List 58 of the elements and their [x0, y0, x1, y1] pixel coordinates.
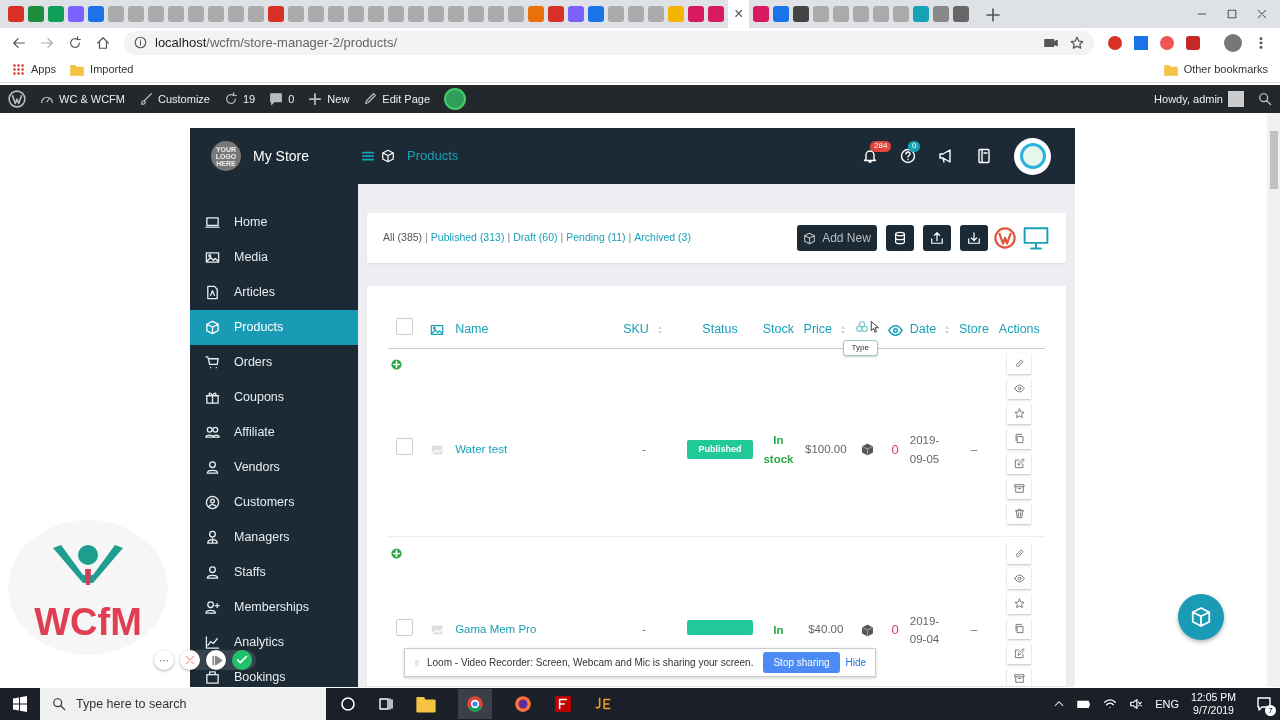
- more-button[interactable]: ···: [154, 650, 174, 670]
- action-center-button[interactable]: 7: [1256, 696, 1272, 712]
- notification-badge: 0: [908, 141, 921, 152]
- sidebar-item[interactable]: Media: [190, 240, 358, 275]
- url-text: localhost/wcfm/store-manager-2/products/: [155, 33, 398, 52]
- share-message: Loom - Video Recorder: Screen, Webcam and Mic is sharing your screen.: [427, 656, 754, 670]
- stock-text: In stock: [763, 433, 794, 467]
- sidebar-item[interactable]: Memberships: [190, 590, 358, 625]
- admin-bar-item[interactable]: New: [308, 90, 350, 108]
- brand-logo: WCfM: [8, 520, 168, 655]
- sidebar-item[interactable]: Articles: [190, 275, 358, 310]
- notification-count: 7: [1265, 705, 1276, 716]
- date-text: 2019-09-05: [909, 433, 941, 467]
- address-bar[interactable]: localhost/wcfm/store-manager-2/products/: [124, 30, 1094, 55]
- sidebar-item[interactable]: Orders: [190, 345, 358, 380]
- sidebar-item[interactable]: Vendors: [190, 450, 358, 485]
- admin-bar-item[interactable]: Customize: [139, 90, 210, 108]
- taskbar-search-field[interactable]: Type here to search: [40, 688, 326, 720]
- separator-text: |: [425, 231, 428, 244]
- status-badge: Published: [687, 439, 754, 460]
- sidebar-item[interactable]: Staffs: [190, 555, 358, 590]
- hide-link[interactable]: Hide: [845, 655, 867, 670]
- separator-text: |: [507, 231, 511, 244]
- admin-bar-item[interactable]: 0: [269, 90, 295, 108]
- admin-bar-item[interactable]: 19: [223, 90, 256, 108]
- admin-bar-account[interactable]: Howdy, admin: [1154, 90, 1244, 108]
- sku-text: -: [642, 623, 646, 636]
- sidebar-item[interactable]: Affiliate: [190, 415, 358, 450]
- bookmark[interactable]: Imported: [70, 61, 134, 78]
- tooltip: Type: [842, 339, 878, 356]
- sidebar-item[interactable]: Coupons: [190, 380, 358, 415]
- filter-link[interactable]: All (385): [383, 231, 423, 244]
- store-name: My Store: [253, 146, 309, 166]
- store-text: –: [970, 442, 978, 455]
- clock[interactable]: 12:05 PM 9/7/2019: [1191, 690, 1236, 718]
- separator-text: |: [560, 231, 564, 244]
- views-count: 0: [891, 622, 899, 638]
- sku-text: -: [642, 442, 646, 455]
- date-text: 2019-09-04: [909, 613, 941, 647]
- sidebar-item[interactable]: Managers: [190, 520, 358, 555]
- price-text: $100.00: [805, 442, 847, 455]
- separator-text: |: [628, 231, 632, 244]
- admin-bar-item[interactable]: WC & WCFM: [40, 90, 125, 108]
- page-title: Products: [407, 147, 459, 166]
- language-indicator[interactable]: ENG: [1155, 695, 1180, 713]
- sidebar-item[interactable]: Home: [190, 205, 358, 240]
- bookmark[interactable]: Other bookmarks: [1163, 61, 1268, 78]
- store-text: –: [970, 623, 978, 636]
- stock-text: In: [772, 622, 785, 638]
- sidebar-item[interactable]: Bookings: [190, 660, 358, 687]
- notification-badge: 284: [870, 141, 892, 152]
- price-text: $40.00: [808, 623, 844, 636]
- bookmark[interactable]: Apps: [12, 61, 57, 78]
- admin-bar-item[interactable]: Edit Page: [363, 90, 431, 108]
- views-count: 0: [891, 441, 899, 457]
- add-new-button[interactable]: Add New: [797, 225, 877, 251]
- sidebar-item[interactable]: Customers: [190, 485, 358, 520]
- sidebar-item[interactable]: Analytics: [190, 625, 358, 660]
